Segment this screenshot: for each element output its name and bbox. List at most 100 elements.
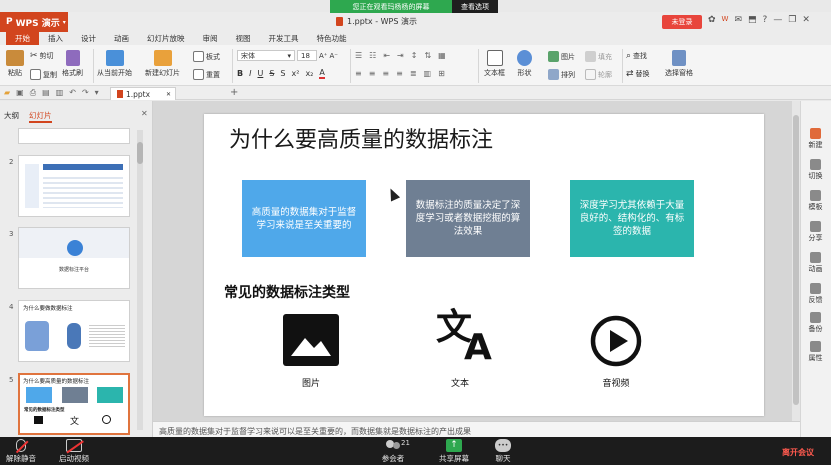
reset-button[interactable]: 重置 [193,69,220,80]
help-icon[interactable]: ? [763,15,768,25]
align-right-icon[interactable]: ≡ [382,69,389,78]
italic-icon[interactable]: I [249,69,251,78]
info-card-1[interactable]: 高质量的数据集对于监督学习来说是至关重要的 [242,180,366,257]
line-spacing-icon[interactable]: ↕ [411,51,418,60]
tab-review[interactable]: 审阅 [194,32,227,45]
image-icon[interactable] [283,314,339,366]
close-icon[interactable]: ✕ [166,91,171,98]
columns-icon[interactable]: ▥ [424,69,432,78]
new-slide-button[interactable]: 新建幻灯片 [145,50,180,78]
chat-button[interactable]: ••• 聊天 [491,439,515,464]
save-icon[interactable]: ▣ [16,88,24,98]
restore-ribbon-icon[interactable]: ⬒ [748,15,757,25]
font-size-select[interactable]: 18 [297,50,317,61]
arrange-button[interactable]: 排列 [548,69,575,80]
superscript-icon[interactable]: x² [291,69,299,78]
decrease-indent-icon[interactable]: ⇤ [383,51,390,60]
picture-button[interactable]: 图片 [548,51,575,62]
shrink-font-icon[interactable]: A⁻ [329,52,337,60]
shape-button[interactable]: 形状 [517,50,532,78]
tab-features[interactable]: 特色功能 [308,32,356,45]
replace-button[interactable]: ⇄ 替换 [626,69,650,79]
skin-icon[interactable]: ✿ [708,15,716,25]
grow-font-icon[interactable]: A⁺ [319,52,327,60]
wps-app-menu[interactable]: P WPS 演示 ▾ [0,12,68,32]
task-animation[interactable]: 动画 [800,252,831,274]
start-video-button[interactable]: 启动视频 [56,439,92,464]
slide-thumbnail-4[interactable]: 为什么要做数据标注 [18,300,130,362]
tab-animation[interactable]: 动画 [105,32,138,45]
align-center-icon[interactable]: ≡ [369,69,376,78]
task-switch[interactable]: 切换 [800,159,831,181]
slide-thumbnail-3[interactable]: 数据标注平台 [18,227,130,289]
justify-icon[interactable]: ≡ [396,69,403,78]
tab-design[interactable]: 设计 [72,32,105,45]
unmute-button[interactable]: 解除静音 [3,439,39,464]
text-box-button[interactable]: 文本框 [484,50,505,78]
task-new[interactable]: 新建 [800,128,831,150]
preview-icon[interactable]: ▤ [42,88,50,98]
login-button[interactable]: 未登录 [662,15,702,29]
numbered-list-icon[interactable]: ☷ [369,51,376,60]
tab-insert[interactable]: 插入 [39,32,72,45]
select-pane-button[interactable]: 选择窗格 [665,50,693,78]
font-color-icon[interactable]: A [319,68,325,79]
canvas-scrollbar[interactable] [792,101,800,421]
tab-outline[interactable]: 大纲 [4,110,19,123]
info-card-2[interactable]: 数据标注的质量决定了深度学习或者数据挖掘的算法效果 [406,180,530,257]
increase-indent-icon[interactable]: ⇥ [397,51,404,60]
wps-icon[interactable]: W [722,15,729,25]
cut-button[interactable]: ✂ 剪切 [30,51,54,61]
slide-thumbnail-2[interactable] [18,155,130,217]
maximize-icon[interactable]: ❐ [788,15,796,25]
open-icon[interactable]: ▰ [4,88,10,98]
tab-view[interactable]: 视图 [227,32,260,45]
slide-thumbnail-1[interactable] [18,128,130,144]
align-text-icon[interactable]: ⊞ [438,69,445,78]
subscript-icon[interactable]: x₂ [305,69,313,78]
play-icon[interactable] [590,315,642,367]
view-options-button[interactable]: 查看选项 [452,0,498,13]
task-properties[interactable]: 属性 [800,341,831,363]
text-direction-icon[interactable]: ⇅ [424,51,431,60]
format-painter-button[interactable]: 格式刷 [62,50,83,78]
fill-button[interactable]: 填充 [585,51,612,62]
slide-thumbnail-5[interactable]: 为什么要高质量的数据标注 常见的数据标注类型 文 [18,373,130,435]
translate-icon[interactable]: 文 A [436,310,496,368]
font-family-select[interactable]: 宋体 ▾ [237,50,295,61]
slide-title[interactable]: 为什么要高质量的数据标注 [229,122,493,154]
close-panel-icon[interactable]: ✕ [141,109,148,118]
tab-slides[interactable]: 幻灯片 [29,110,52,123]
task-share[interactable]: 分享 [800,221,831,243]
message-icon[interactable]: ✉ [734,15,742,25]
leave-meeting-button[interactable]: 离开会议 [782,447,814,458]
slide[interactable]: 为什么要高质量的数据标注 高质量的数据集对于监督学习来说是至关重要的 数据标注的… [204,114,764,416]
notes-pane[interactable]: 高质量的数据集对于监督学习来说可以是至关重要的，而数据集就是数据标注的产出成果 [153,421,800,437]
from-current-button[interactable]: 从当前开始 [97,50,132,78]
bullet-list-icon[interactable]: ☰ [355,51,362,60]
smartart-icon[interactable]: ▦ [438,51,446,60]
close-icon[interactable]: ✕ [802,15,810,25]
chevron-down-icon[interactable]: ▾ [95,88,99,98]
paste-button[interactable]: 粘贴 [6,50,24,78]
strikethrough-icon[interactable]: S [269,69,274,78]
underline-icon[interactable]: U [257,69,263,78]
copy-button[interactable]: 复制 [30,69,57,80]
tab-slideshow[interactable]: 幻灯片放映 [138,32,194,45]
task-feedback[interactable]: 反馈 [800,283,831,305]
document-tab[interactable]: 1.pptx ✕ [110,87,176,100]
task-backup[interactable]: 备份 [800,312,831,334]
redo-icon[interactable]: ↷ [82,88,89,98]
tab-home[interactable]: 开始 [6,32,39,45]
panel-scrollbar[interactable] [137,130,143,430]
layout-button[interactable]: 板式 [193,51,220,62]
task-template[interactable]: 模板 [800,190,831,212]
export-icon[interactable]: ▥ [56,88,64,98]
undo-icon[interactable]: ↶ [69,88,76,98]
print-icon[interactable]: ⎙ [30,88,36,98]
distribute-icon[interactable]: ≣ [410,69,417,78]
find-button[interactable]: ⌕ 查找 [626,51,647,61]
section-title[interactable]: 常见的数据标注类型 [224,282,350,302]
share-screen-button[interactable]: ↑ 共享屏幕 [436,439,472,464]
align-left-icon[interactable]: ≡ [355,69,362,78]
